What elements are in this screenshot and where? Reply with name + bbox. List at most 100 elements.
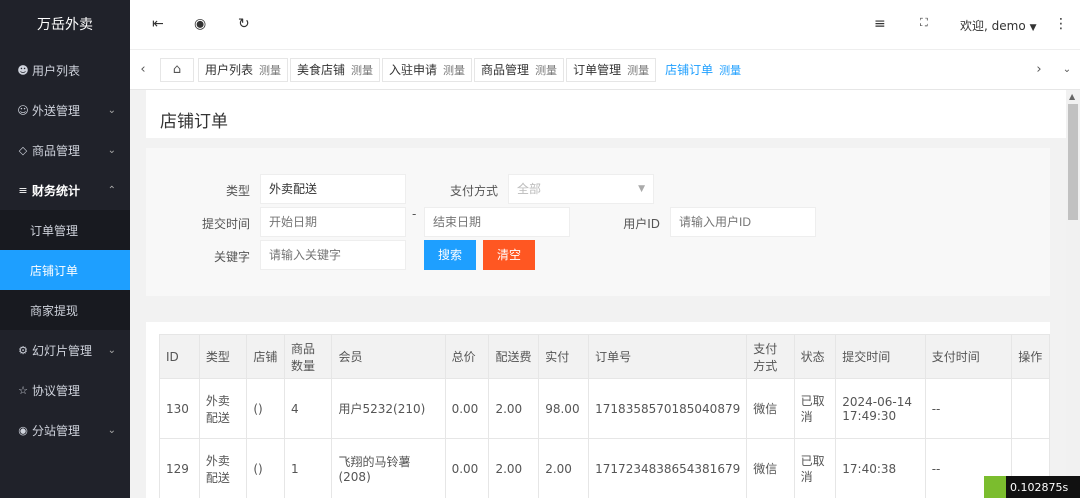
- th-delivery-fee: 配送费: [488, 334, 540, 379]
- submit-time-label: 提交时间: [201, 217, 250, 231]
- clear-button[interactable]: 清空: [483, 240, 536, 270]
- cell-pay-time: --: [924, 378, 1013, 439]
- caret-down-icon: ▼: [1029, 23, 1037, 33]
- user-icon: ☻: [17, 63, 29, 77]
- tab-label: 店铺订单: [665, 63, 714, 77]
- timer-logo-icon: [984, 476, 1006, 498]
- sidebar-item-users[interactable]: ☻ 用户列表: [0, 50, 130, 90]
- finance-icon: ≡: [18, 183, 28, 197]
- sidebar-item-label: 商家提现: [30, 303, 79, 318]
- collapse-menu-icon[interactable]: ⇤: [152, 16, 164, 32]
- cell-type: 外卖配送: [198, 378, 248, 439]
- sidebar-item-label: 外送管理: [32, 103, 81, 118]
- th-quantity: 商品数量: [284, 334, 333, 379]
- tab-orders[interactable]: 订单管理 测量: [566, 58, 657, 82]
- tab-goods[interactable]: 商品管理 测量: [474, 58, 565, 82]
- vertical-scrollbar[interactable]: ▲: [1066, 90, 1080, 498]
- cell-actions[interactable]: [1011, 378, 1050, 439]
- fullscreen-icon[interactable]: ⛶: [920, 16, 928, 30]
- tabs-next-icon[interactable]: ›: [1026, 50, 1052, 90]
- sidebar-item-label: 商品管理: [32, 143, 81, 158]
- cell-pay-method: 微信: [746, 438, 795, 498]
- table-row: 129 外卖配送 () 1 飞翔的马铃薯(208) 0.00 2.00 2.00…: [159, 438, 1050, 498]
- th-id: ID: [159, 334, 200, 379]
- sidebar-item-slideshow[interactable]: ⚙ 幻灯片管理 ⌄: [0, 330, 130, 370]
- th-pay-time: 支付时间: [924, 334, 1013, 379]
- cell-submit-time: 2024-06-14 17:49:30: [835, 378, 926, 439]
- tab-food-shops[interactable]: 美食店铺 测量: [290, 58, 381, 82]
- th-shop: 店铺: [246, 334, 286, 379]
- keyword-input[interactable]: [260, 240, 406, 270]
- cell-delivery-fee: 2.00: [488, 438, 540, 498]
- tab-label: 商品管理: [481, 63, 530, 77]
- more-icon[interactable]: ⋮: [1054, 16, 1068, 32]
- cell-id: 130: [159, 378, 200, 439]
- cell-member: 飞翔的马铃薯(208): [331, 438, 446, 498]
- keyword-label: 关键字: [213, 250, 250, 264]
- tab-label: 入驻申请: [389, 63, 438, 77]
- th-member: 会员: [331, 334, 446, 379]
- sidebar-item-goods[interactable]: ◇ 商品管理 ⌄: [0, 130, 130, 170]
- sidebar-item-label: 财务统计: [32, 183, 81, 198]
- sidebar-item-shop-orders[interactable]: 店铺订单: [0, 250, 130, 290]
- tab-sub: 测量: [627, 64, 650, 77]
- cell-total: 0.00: [444, 378, 490, 439]
- cell-member: 用户5232(210): [331, 378, 446, 439]
- sidebar-item-orders[interactable]: 订单管理: [0, 210, 130, 250]
- cell-status: 已取消: [793, 378, 837, 439]
- tab-shop-orders[interactable]: 店铺订单 测量: [658, 58, 749, 82]
- tab-user-list[interactable]: 用户列表 测量: [198, 58, 289, 82]
- sidebar-item-delivery[interactable]: ☺ 外送管理 ⌄: [0, 90, 130, 130]
- user-id-label: 用户ID: [623, 217, 660, 231]
- cell-order-no: 1718358570185040879: [588, 378, 748, 439]
- cell-shop: (): [246, 438, 286, 498]
- end-date-input[interactable]: [424, 207, 570, 237]
- refresh-icon[interactable]: ↻: [238, 16, 250, 32]
- sidebar-item-label: 订单管理: [30, 223, 79, 238]
- pay-method-value: 全部: [517, 182, 542, 196]
- th-paid: 实付: [538, 334, 590, 379]
- tabs-bar: ‹ ⌂ 用户列表 测量 美食店铺 测量 入驻申请 测量 商品管理 测量 订单管理 测量 店…: [130, 50, 1080, 90]
- cell-id: 129: [159, 438, 200, 498]
- delivery-icon: ☺: [17, 103, 29, 117]
- th-actions: 操作: [1011, 334, 1050, 379]
- chevron-up-icon: ⌃: [107, 184, 116, 196]
- search-button[interactable]: 搜索: [424, 240, 477, 270]
- date-range-dash: -: [412, 207, 417, 221]
- th-order-no: 订单号: [588, 334, 748, 379]
- type-field[interactable]: 外卖配送: [260, 174, 406, 204]
- note-icon[interactable]: ≡: [874, 16, 886, 32]
- tab-applications[interactable]: 入驻申请 测量: [382, 58, 473, 82]
- sidebar-item-label: 分站管理: [32, 423, 81, 438]
- user-id-input[interactable]: [670, 207, 816, 237]
- start-date-input[interactable]: [260, 207, 406, 237]
- diamond-icon: ◇: [18, 143, 28, 157]
- scrollbar-thumb[interactable]: [1068, 104, 1078, 220]
- user-menu[interactable]: 欢迎, demo ▼: [960, 17, 1037, 34]
- tabs-dropdown-icon[interactable]: ⌄: [1054, 50, 1080, 90]
- tab-label: 美食店铺: [297, 63, 346, 77]
- th-pay-method: 支付方式: [746, 334, 795, 379]
- scroll-up-icon[interactable]: ▲: [1069, 92, 1075, 101]
- tabs-prev-icon[interactable]: ‹: [130, 50, 156, 90]
- sidebar-item-substation[interactable]: ◉ 分站管理 ⌄: [0, 410, 130, 450]
- tab-label: 订单管理: [573, 63, 622, 77]
- cell-total: 0.00: [444, 438, 490, 498]
- sidebar-item-agreement[interactable]: ☆ 协议管理: [0, 370, 130, 410]
- chevron-down-icon: ⌄: [107, 144, 116, 156]
- globe-icon[interactable]: ◉: [194, 16, 206, 32]
- page-title: 店铺订单: [160, 112, 228, 132]
- pay-method-select[interactable]: 全部 ▼: [508, 174, 654, 204]
- sidebar-item-withdraw[interactable]: 商家提现: [0, 290, 130, 330]
- sidebar-item-finance[interactable]: ≡ 财务统计 ⌃: [0, 170, 130, 210]
- sidebar-item-label: 协议管理: [32, 383, 81, 398]
- sidebar: 万岳外卖 ☻ 用户列表 ☺ 外送管理 ⌄ ◇ 商品管理 ⌄ ≡ 财务统计 ⌃ 订…: [0, 0, 130, 498]
- home-tab[interactable]: ⌂: [160, 58, 194, 82]
- chevron-down-icon: ⌄: [107, 104, 116, 116]
- cell-paid: 2.00: [538, 438, 590, 498]
- cell-type: 外卖配送: [198, 438, 248, 498]
- home-icon: ⌂: [172, 62, 182, 77]
- type-label: 类型: [225, 184, 250, 198]
- th-total: 总价: [444, 334, 490, 379]
- cell-shop: (): [246, 378, 286, 439]
